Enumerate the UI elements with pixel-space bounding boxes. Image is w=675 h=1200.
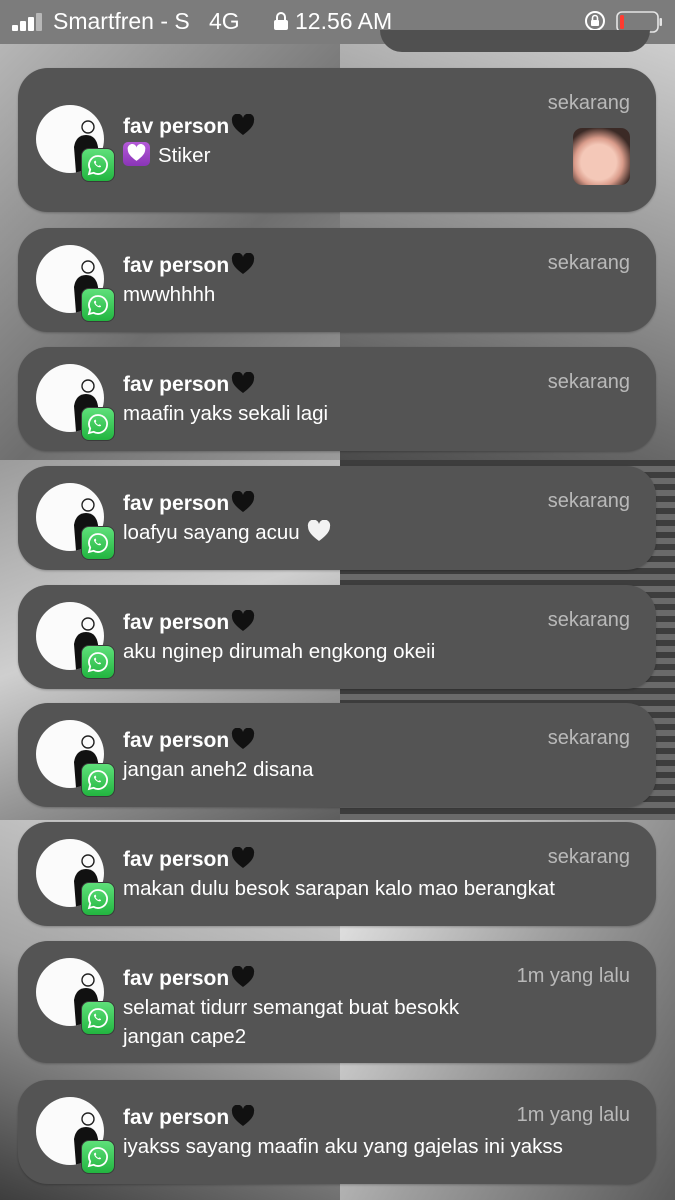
- message-text: Stiker: [158, 144, 211, 167]
- notification-card[interactable]: fav person sekarang loafyu sayang acuu: [18, 466, 656, 570]
- message-text: jangan aneh2 disana: [123, 758, 314, 781]
- message-text: loafyu sayang acuu: [123, 521, 300, 544]
- notification-card[interactable]: fav person sekarang aku nginep dirumah e…: [18, 585, 656, 689]
- sender-label: fav person: [123, 729, 230, 752]
- notification-card[interactable]: fav person 1m yang lalu iyakss sayang ma…: [18, 1080, 656, 1184]
- sender-label: fav person: [123, 611, 230, 634]
- notification-card[interactable]: fav person 1m yang lalu selamat tidurr s…: [18, 941, 656, 1063]
- black-heart-icon: [232, 1105, 255, 1126]
- message-body: makan dulu besok sarapan kalo mao berang…: [123, 874, 555, 903]
- sticker-thumbnail: [573, 128, 630, 185]
- lock-icon: [274, 12, 288, 30]
- whatsapp-icon: [81, 763, 115, 797]
- message-body: Stiker: [123, 141, 210, 170]
- black-heart-icon: [232, 491, 255, 512]
- sender-label: fav person: [123, 492, 230, 515]
- notification-card[interactable]: fav person sekarang maafin yaks sekali l…: [18, 347, 656, 451]
- message-text: iyakss sayang maafin aku yang gajelas in…: [123, 1135, 563, 1158]
- clock: 12.56 AM: [295, 8, 393, 34]
- notification-time: sekarang: [547, 92, 630, 114]
- message-text: selamat tidurr semangat buat besokk jang…: [123, 996, 460, 1048]
- black-heart-icon: [232, 610, 255, 631]
- message-body: mwwhhhh: [123, 280, 215, 309]
- sender-name: fav person: [123, 847, 255, 872]
- sender-name: fav person: [123, 114, 255, 139]
- sender-label: fav person: [123, 1106, 230, 1129]
- sender-label: fav person: [123, 115, 230, 138]
- notification-time: sekarang: [547, 609, 630, 631]
- sender-name: fav person: [123, 253, 255, 278]
- notification-time: sekarang: [547, 252, 630, 274]
- message-body: jangan aneh2 disana: [123, 755, 313, 784]
- rotation-lock-icon: [585, 11, 605, 31]
- sender-name: fav person: [123, 610, 255, 635]
- message-body: maafin yaks sekali lagi: [123, 399, 328, 428]
- network-type: 4G: [208, 8, 240, 34]
- notification-time: sekarang: [547, 490, 630, 512]
- message-body: selamat tidurr semangat buat besokk jang…: [123, 993, 459, 1051]
- sender-label: fav person: [123, 967, 230, 990]
- sender-label: fav person: [123, 848, 230, 871]
- whatsapp-icon: [81, 882, 115, 916]
- notification-card[interactable]: fav person sekarang mwwhhhh: [18, 228, 656, 332]
- notification-time: 1m yang lalu: [516, 1104, 630, 1126]
- message-text: mwwhhhh: [123, 283, 216, 306]
- notification-card[interactable]: fav person sekarang Stiker: [18, 68, 656, 212]
- message-body: aku nginep dirumah engkong okeii: [123, 637, 435, 666]
- message-text: makan dulu besok sarapan kalo mao berang…: [123, 877, 555, 900]
- message-text: aku nginep dirumah engkong okeii: [123, 640, 436, 663]
- sender-name: fav person: [123, 372, 255, 397]
- black-heart-icon: [232, 847, 255, 868]
- whatsapp-icon: [81, 288, 115, 322]
- stacked-notification-edge: [380, 30, 650, 52]
- heart-box-icon: [123, 142, 150, 166]
- black-heart-icon: [232, 253, 255, 274]
- whatsapp-icon: [81, 148, 115, 182]
- whatsapp-icon: [81, 1001, 115, 1035]
- notification-card[interactable]: fav person sekarang jangan aneh2 disana: [18, 703, 656, 807]
- notification-time: 1m yang lalu: [516, 965, 630, 987]
- sender-name: fav person: [123, 491, 255, 516]
- whatsapp-icon: [81, 1140, 115, 1174]
- sender-name: fav person: [123, 966, 255, 991]
- sender-label: fav person: [123, 254, 230, 277]
- black-heart-icon: [232, 966, 255, 987]
- black-heart-icon: [232, 728, 255, 749]
- black-heart-icon: [232, 114, 255, 135]
- carrier-label: Smartfren - S 4G: [53, 8, 240, 34]
- whatsapp-icon: [81, 645, 115, 679]
- black-heart-icon: [232, 372, 255, 393]
- whatsapp-icon: [81, 526, 115, 560]
- whatsapp-icon: [81, 407, 115, 441]
- notification-card[interactable]: fav person sekarang makan dulu besok sar…: [18, 822, 656, 926]
- heart-icon: [127, 144, 146, 161]
- sender-name: fav person: [123, 1105, 255, 1130]
- notification-time: sekarang: [547, 727, 630, 749]
- message-body: iyakss sayang maafin aku yang gajelas in…: [123, 1132, 563, 1161]
- white-heart-icon: [308, 520, 331, 541]
- signal-strength-icon: [12, 13, 46, 31]
- notification-time: sekarang: [547, 846, 630, 868]
- sender-label: fav person: [123, 373, 230, 396]
- sender-name: fav person: [123, 728, 255, 753]
- notification-time: sekarang: [547, 371, 630, 393]
- message-text: maafin yaks sekali lagi: [123, 402, 329, 425]
- message-body: loafyu sayang acuu: [123, 518, 331, 547]
